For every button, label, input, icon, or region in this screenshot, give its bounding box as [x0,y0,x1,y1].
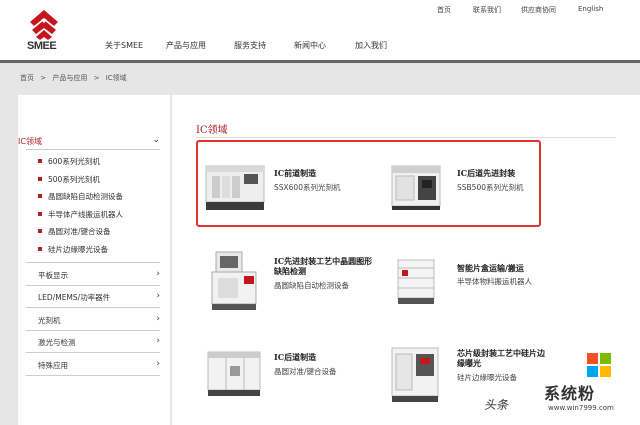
sidebar-item-robot[interactable]: 半导体产线搬运机器人 [38,209,123,220]
divider [26,375,160,376]
sidebar-category-label: LED/MEMS/功率器件 [38,293,111,302]
breadcrumb-home[interactable]: 首页 [20,74,34,82]
bullet-icon [38,246,42,251]
product-subtitle: 晶圆对准/键合设备 [274,367,337,376]
breadcrumb-products[interactable]: 产品与应用 [52,74,87,82]
defect-inspection-machine-image[interactable] [208,250,262,312]
chevron-right-icon: › [156,314,160,324]
divider [26,330,160,331]
bonding-machine-image[interactable] [204,348,264,400]
breadcrumb-sep: > [40,74,47,82]
sidebar-item-label: 硅片边缘曝光设备 [48,245,108,254]
top-link-supplier[interactable]: 供应商协同 [521,5,556,15]
lithography-machine-image[interactable] [204,160,266,214]
watermark-signature: 头条 [484,398,509,412]
sidebar-category-label: 特殊应用 [38,361,68,370]
top-link-english[interactable]: English [578,5,603,13]
sidebar-item-500[interactable]: 500系列光刻机 [38,174,100,185]
bullet-icon [38,176,42,181]
sidebar-category-laser[interactable]: 激光与检测 › [38,336,160,348]
product-subtitle: SSB500系列光刻机 [457,183,524,192]
sidebar-category-ic[interactable]: IC领域 ⌄ [18,135,160,147]
product-subtitle: 半导体物料搬运机器人 [457,277,532,286]
nav-products[interactable]: 产品与应用 [166,40,206,51]
sidebar-item-600[interactable]: 600系列光刻机 [38,156,100,167]
breadcrumb: 首页 > 产品与应用 > IC领域 [20,73,131,83]
header-bar [0,60,640,63]
nav-about[interactable]: 关于SMEE [105,40,143,51]
sidebar-category-label: 平板显示 [38,271,68,280]
packaging-machine-image[interactable] [388,164,444,212]
product-title[interactable]: IC后道先进封装 [457,168,547,178]
product-title[interactable]: 芯片级封装工艺中硅片边缘曝光 [457,348,547,368]
top-links: 首页 联系我们 供应商协同 English [0,5,640,17]
edge-exposure-machine-image[interactable] [388,344,444,404]
material-handling-robot-image[interactable] [392,254,442,308]
product-title[interactable]: IC后道制造 [274,352,364,362]
sidebar-category-fpd[interactable]: 平板显示 › [38,269,160,281]
product-title[interactable]: IC前道制造 [274,168,344,178]
nav-join[interactable]: 加入我们 [355,40,387,51]
bullet-icon [38,158,42,163]
product-title[interactable]: 智能片盒运输/搬运 [457,263,557,273]
watermark-url: www.win7999.com [548,404,614,412]
divider [26,285,160,286]
sidebar-item-label: 半导体产线搬运机器人 [48,210,123,219]
section-divider [196,137,616,138]
bullet-icon [38,211,42,216]
main-nav: 关于SMEE 产品与应用 服务支持 新闻中心 加入我们 [0,40,640,52]
nav-service[interactable]: 服务支持 [234,40,266,51]
chevron-right-icon: › [156,291,160,301]
windows-logo-icon [587,353,611,377]
chevron-right-icon: › [156,336,160,346]
sidebar-category-litho[interactable]: 光刻机 › [38,314,160,326]
sidebar-category-special[interactable]: 特殊应用 › [38,359,160,371]
chevron-right-icon: › [156,359,160,369]
sidebar-category-led[interactable]: LED/MEMS/功率器件 › [38,291,160,303]
divider [26,352,160,353]
section-title: IC领域 [196,125,228,136]
chevron-right-icon: › [156,269,160,279]
bullet-icon [38,193,42,198]
sidebar-item-edge[interactable]: 硅片边缘曝光设备 [38,244,108,255]
sidebar-item-label: 500系列光刻机 [48,175,100,184]
sidebar-item-label: 晶圆缺陷自动检测设备 [48,192,123,201]
sidebar-item-label: 600系列光刻机 [48,157,100,166]
divider [26,307,160,308]
sidebar-category-label: 激光与检测 [38,338,76,347]
sidebar-category-label: IC领域 [18,137,42,146]
product-subtitle: 硅片边缘曝光设备 [457,373,517,382]
sidebar-item-label: 晶圆对准/键合设备 [48,227,111,236]
sidebar-category-label: 光刻机 [38,316,61,325]
sidebar-item-defect[interactable]: 晶圆缺陷自动检测设备 [38,191,123,202]
chevron-down-icon: ⌄ [152,135,160,145]
top-link-contact[interactable]: 联系我们 [473,5,501,15]
product-subtitle: 晶圆缺陷自动检测设备 [274,281,349,290]
divider [26,262,160,263]
product-title[interactable]: IC先进封装工艺中晶圆图形缺陷检测 [274,256,374,276]
bullet-icon [38,228,42,233]
divider [26,149,160,150]
product-subtitle: SSX600系列光刻机 [274,183,341,192]
top-link-home[interactable]: 首页 [437,5,451,15]
breadcrumb-current: IC领域 [105,74,127,82]
sidebar-item-bonding[interactable]: 晶圆对准/键合设备 [38,226,111,237]
watermark-brand: 系统粉 [544,384,596,403]
nav-news[interactable]: 新闻中心 [294,40,326,51]
breadcrumb-sep: > [93,74,100,82]
